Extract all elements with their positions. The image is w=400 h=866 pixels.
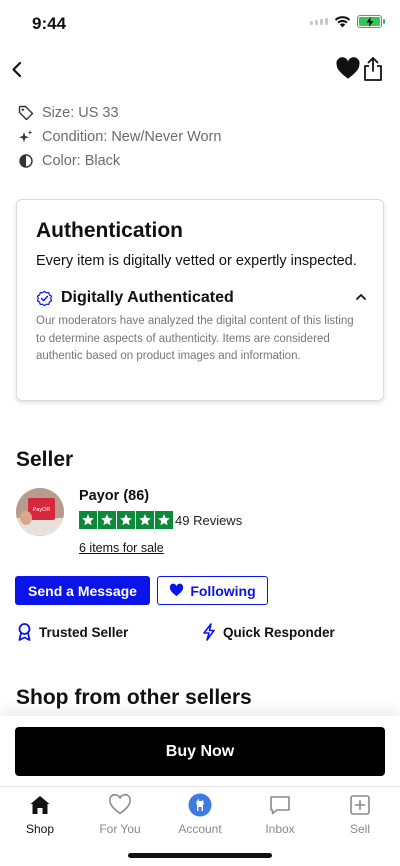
home-indicator bbox=[128, 853, 272, 858]
trusted-seller-label: Trusted Seller bbox=[39, 624, 129, 640]
authentication-subtitle: Every item is digitally vetted or expert… bbox=[36, 253, 357, 269]
chevron-up-icon bbox=[356, 294, 366, 300]
authentication-title: Authentication bbox=[36, 219, 183, 242]
seller-name[interactable]: Payor (86) bbox=[79, 488, 149, 504]
tab-account[interactable]: Account bbox=[160, 793, 240, 836]
tab-label: Shop bbox=[25, 822, 55, 836]
tab-shop[interactable]: Shop bbox=[0, 793, 80, 836]
star-icon bbox=[117, 511, 135, 529]
following-label: Following bbox=[190, 582, 256, 599]
status-icons bbox=[310, 15, 385, 28]
plus-square-icon bbox=[350, 795, 370, 815]
star-icon bbox=[155, 511, 173, 529]
heart-outline-icon bbox=[109, 793, 131, 815]
share-button[interactable] bbox=[362, 56, 384, 82]
contrast-icon bbox=[19, 154, 33, 168]
account-icon bbox=[188, 793, 212, 817]
seller-avatar[interactable]: PayOR bbox=[16, 488, 64, 536]
seller-rating-stars bbox=[79, 511, 173, 529]
chevron-left-icon bbox=[12, 61, 22, 78]
digital-authentication-toggle[interactable]: Digitally Authenticated bbox=[36, 288, 368, 308]
size-text: Size: US 33 bbox=[42, 105, 119, 121]
battery-icon bbox=[357, 15, 385, 28]
digital-authentication-label: Digitally Authenticated bbox=[61, 289, 234, 306]
send-message-button[interactable]: Send a Message bbox=[15, 576, 150, 605]
chat-bubble-icon bbox=[270, 796, 290, 815]
buy-bar: Buy Now bbox=[0, 716, 400, 786]
star-icon bbox=[98, 511, 116, 529]
color-row: Color: Black bbox=[18, 149, 221, 173]
tab-label: Account bbox=[178, 822, 222, 836]
seller-reviews-count[interactable]: 49 Reviews bbox=[175, 513, 242, 528]
condition-text: Condition: New/Never Worn bbox=[42, 129, 222, 145]
authentication-description: Our moderators have analyzed the digital… bbox=[36, 315, 354, 362]
home-icon bbox=[30, 796, 50, 814]
tab-inbox[interactable]: Inbox bbox=[240, 793, 320, 836]
items-for-sale-link[interactable]: 6 items for sale bbox=[79, 541, 164, 555]
ribbon-award-icon bbox=[18, 623, 31, 641]
wifi-icon bbox=[334, 16, 351, 28]
lightning-bolt-icon bbox=[203, 623, 215, 641]
nav-bar bbox=[0, 52, 400, 86]
tab-label: Inbox bbox=[265, 822, 295, 836]
share-icon bbox=[364, 57, 382, 81]
color-text: Color: Black bbox=[42, 153, 121, 169]
item-details: Size: US 33 Condition: New/Never Worn Co… bbox=[18, 101, 221, 173]
status-bar: 9:44 bbox=[0, 0, 400, 46]
authentication-card: Authentication Every item is digitally v… bbox=[16, 199, 384, 401]
following-button[interactable]: Following bbox=[157, 576, 268, 605]
seller-avatar-text: PayOR bbox=[33, 507, 51, 513]
seller-section-title: Seller bbox=[16, 448, 74, 471]
verified-badge-icon bbox=[36, 290, 53, 306]
tag-icon bbox=[18, 105, 34, 121]
status-time: 9:44 bbox=[32, 14, 67, 33]
tab-label: Sell bbox=[349, 822, 370, 836]
tab-for-you[interactable]: For You bbox=[80, 793, 160, 836]
quick-responder-badge: Quick Responder bbox=[202, 623, 335, 641]
condition-row: Condition: New/Never Worn bbox=[18, 125, 221, 149]
heart-filled-icon bbox=[336, 57, 360, 79]
buy-now-button[interactable]: Buy Now bbox=[15, 727, 385, 776]
size-row: Size: US 33 bbox=[18, 101, 221, 125]
star-icon bbox=[79, 511, 97, 529]
heart-filled-icon bbox=[170, 583, 184, 597]
star-icon bbox=[136, 511, 154, 529]
cellular-signal-icon bbox=[310, 18, 328, 25]
quick-responder-label: Quick Responder bbox=[223, 624, 335, 640]
sparkle-icon bbox=[19, 130, 33, 143]
tab-sell[interactable]: Sell bbox=[320, 793, 400, 836]
shop-other-sellers-title: Shop from other sellers bbox=[16, 686, 252, 709]
seller-avatar-image: PayOR bbox=[16, 488, 64, 536]
back-button[interactable] bbox=[8, 56, 36, 84]
tab-label: For You bbox=[99, 822, 141, 836]
trusted-seller-badge: Trusted Seller bbox=[17, 623, 128, 641]
favorite-button[interactable] bbox=[335, 56, 361, 82]
